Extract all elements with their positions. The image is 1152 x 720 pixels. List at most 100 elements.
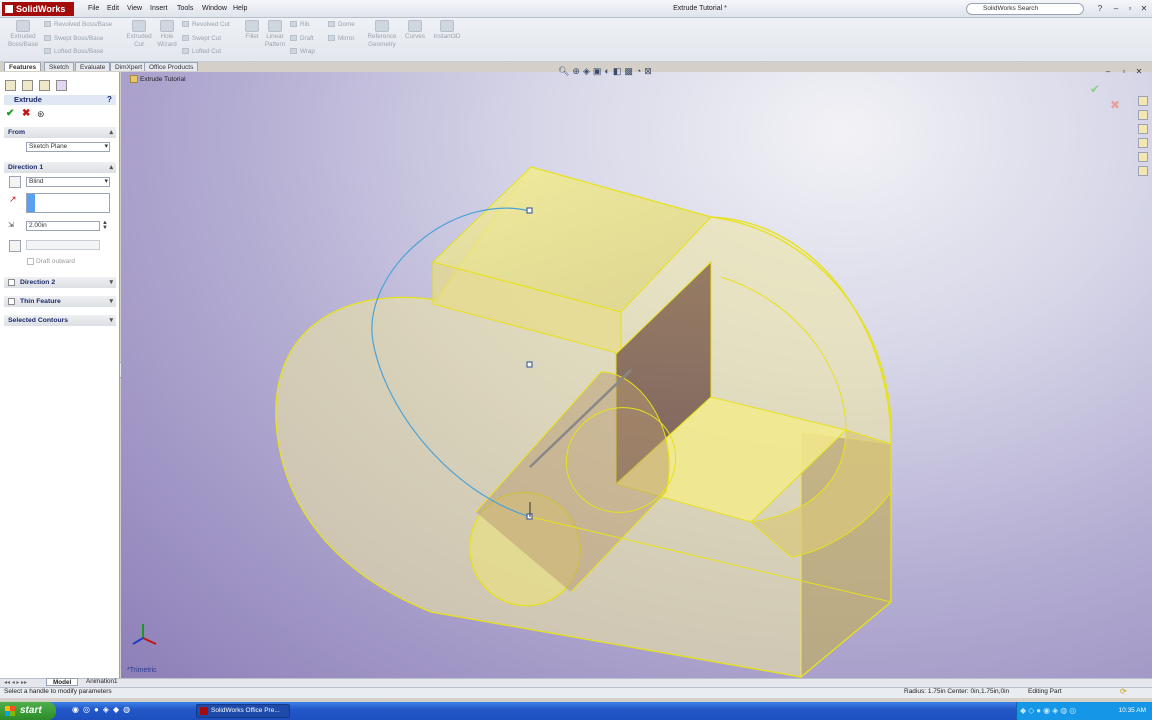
taskbar-solidworks-item[interactable]: SolidWorks Office Pre...: [196, 704, 290, 718]
viewport-restore-icon[interactable]: ▫: [1118, 66, 1130, 78]
menu-view[interactable]: View: [127, 3, 142, 15]
heads-up-toolbar[interactable]: 🔍︎⊕◈▣◐◧▩◔⊠: [558, 66, 655, 77]
start-button[interactable]: start: [0, 702, 56, 720]
tab-evaluate[interactable]: Evaluate: [75, 62, 111, 71]
ok-icon[interactable]: ✔: [6, 108, 14, 119]
fillet-icon: [245, 20, 259, 32]
section-direction-2[interactable]: Direction 2 ▾: [4, 277, 116, 288]
search-input[interactable]: SolidWorks Search: [966, 3, 1084, 15]
draft-outward-checkbox[interactable]: [27, 258, 34, 265]
help-icon[interactable]: ?: [1094, 3, 1106, 15]
hole-wizard-button[interactable]: Hole Wizard: [154, 20, 180, 49]
search-results-icon[interactable]: [1138, 138, 1148, 148]
lofted-boss-button[interactable]: Lofted Boss/Base: [44, 47, 103, 56]
menu-file[interactable]: File: [88, 3, 99, 15]
tab-model[interactable]: Model: [46, 678, 79, 686]
section-direction-1[interactable]: Direction 1 ▴: [4, 162, 116, 173]
wrap-button[interactable]: Wrap: [290, 47, 315, 56]
status-measure: Radius: 1.75in Center: 0in,1.75in,0in: [904, 688, 1010, 695]
swept-cut-button[interactable]: Swept Cut: [182, 34, 221, 43]
cut-icon: [132, 20, 146, 32]
rebuild-icon[interactable]: ⟳: [1120, 687, 1127, 696]
tab-features[interactable]: Features: [4, 62, 42, 71]
rib-button[interactable]: Rib: [290, 20, 309, 29]
mirror-button[interactable]: Mirror: [328, 34, 354, 43]
section-selected-contours[interactable]: Selected Contours ▾: [4, 315, 116, 326]
lofted-cut-button[interactable]: Lofted Cut: [182, 47, 221, 56]
confirm-corner-cancel-icon[interactable]: ✖: [1110, 98, 1120, 112]
view-palette-icon[interactable]: [1138, 152, 1148, 162]
tab-office-products[interactable]: Office Products: [144, 62, 199, 71]
fillet-button[interactable]: Fillet: [242, 20, 262, 41]
direction-2-checkbox[interactable]: [8, 279, 15, 286]
quick-launch-icons[interactable]: ◉◎●◈◆◍: [72, 705, 134, 714]
menu-help[interactable]: Help: [233, 3, 247, 15]
expand-icon[interactable]: ▾: [109, 277, 113, 288]
confirm-corner-ok-icon[interactable]: ✔: [1090, 82, 1100, 96]
from-select[interactable]: Sketch Plane: [26, 142, 110, 152]
document-title: Extrude Tutorial *: [673, 5, 727, 12]
close-icon[interactable]: ✕: [1138, 3, 1150, 15]
extrude-icon: [16, 20, 30, 32]
property-manager-icon[interactable]: [22, 80, 33, 91]
collapse-icon[interactable]: ▴: [109, 127, 113, 138]
help-icon[interactable]: ?: [107, 95, 112, 104]
mirror-icon: [328, 35, 335, 42]
windows-taskbar: [0, 702, 1152, 720]
revolved-cut-button[interactable]: Revolved Cut: [182, 20, 230, 29]
preview-icon[interactable]: ⊛: [37, 109, 45, 120]
tab-dimxpert[interactable]: DimXpert: [110, 62, 148, 71]
expand-icon[interactable]: ▾: [109, 296, 113, 307]
tray-icons[interactable]: ◆◇●◉◈◍◎: [1020, 706, 1078, 715]
minimize-icon[interactable]: –: [1110, 3, 1122, 15]
design-library-icon[interactable]: [1138, 110, 1148, 120]
depth-icon: ⇲: [8, 222, 14, 229]
configuration-icon[interactable]: [39, 80, 50, 91]
reverse-direction-icon[interactable]: [9, 176, 21, 188]
menu-edit[interactable]: Edit: [107, 3, 119, 15]
reference-geometry-button[interactable]: Reference Geometry: [364, 20, 400, 49]
linear-pattern-button[interactable]: Linear Pattern: [262, 20, 288, 49]
draft-toggle-icon[interactable]: [9, 240, 21, 252]
cancel-icon[interactable]: ✖: [22, 108, 30, 119]
viewport-close-icon[interactable]: ✕: [1133, 66, 1145, 78]
instant3d-button[interactable]: Instant3D: [430, 20, 464, 41]
depth-input[interactable]: 2.00in: [26, 221, 100, 231]
dimxpert-icon[interactable]: [56, 80, 67, 91]
dome-button[interactable]: Dome: [328, 20, 355, 29]
file-explorer-icon[interactable]: [1138, 124, 1148, 134]
direction-selection-box[interactable]: [26, 193, 110, 213]
tab-sketch[interactable]: Sketch: [44, 62, 74, 71]
feature-tree-root[interactable]: Extrude Tutorial: [140, 76, 186, 83]
curve-icon: [408, 20, 422, 32]
menu-insert[interactable]: Insert: [150, 3, 168, 15]
draft-button[interactable]: Draft: [290, 34, 314, 43]
tab-animation1[interactable]: Animation1: [80, 678, 124, 686]
menu-window[interactable]: Window: [202, 3, 227, 15]
resources-icon[interactable]: [1138, 96, 1148, 106]
tab-scroll-arrows[interactable]: ◂◂ ◂ ▸ ▸▸: [4, 679, 27, 686]
dome-icon: [328, 21, 335, 28]
end-condition-select[interactable]: Blind: [26, 177, 110, 187]
section-from[interactable]: From ▴: [4, 127, 116, 138]
expand-icon[interactable]: ▾: [109, 315, 113, 326]
thin-feature-checkbox[interactable]: [8, 298, 15, 305]
feature-tree-icon[interactable]: [5, 80, 16, 91]
extruded-cut-button[interactable]: Extruded Cut: [122, 20, 156, 49]
draft-angle-input: [26, 240, 100, 250]
graphics-area[interactable]: [121, 72, 1152, 679]
curves-button[interactable]: Curves: [402, 20, 428, 41]
menu-tools[interactable]: Tools: [177, 3, 193, 15]
viewport-minimize-icon[interactable]: –: [1102, 66, 1114, 78]
depth-spinner[interactable]: ▲ ▼: [102, 220, 108, 231]
revolved-boss-button[interactable]: Revolved Boss/Base: [44, 20, 112, 29]
draft-icon: [290, 35, 297, 42]
collapse-icon[interactable]: ▴: [109, 162, 113, 173]
appearances-icon[interactable]: [1138, 166, 1148, 176]
swept-boss-button[interactable]: Swept Boss/Base: [44, 34, 103, 43]
extruded-boss-button[interactable]: Extruded Boss/Base: [6, 20, 40, 49]
model-tabs-bar: [0, 678, 1152, 687]
solidworks-logo[interactable]: SolidWorks: [2, 2, 74, 16]
section-thin-feature[interactable]: Thin Feature ▾: [4, 296, 116, 307]
maximize-icon[interactable]: ▫: [1124, 3, 1136, 15]
